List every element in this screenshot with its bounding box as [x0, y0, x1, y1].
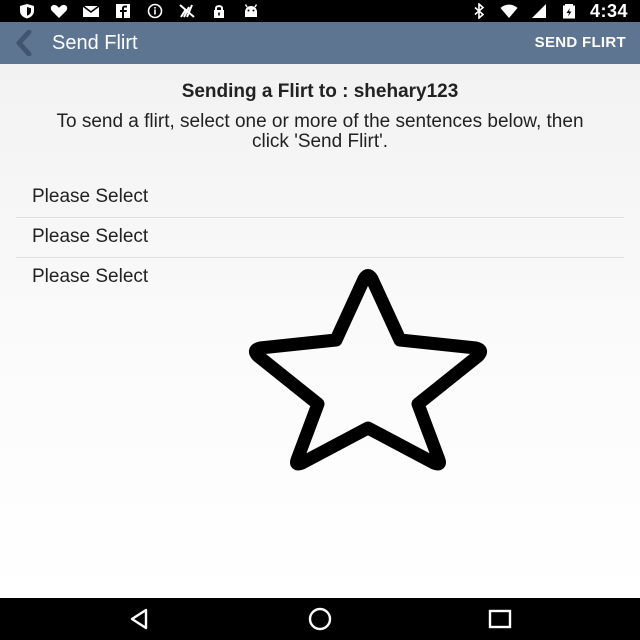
signal-icon	[530, 3, 548, 19]
send-flirt-button[interactable]: SEND FLIRT	[535, 34, 626, 52]
back-arrow-icon[interactable]	[12, 30, 36, 56]
wifi-icon	[500, 3, 518, 19]
no-signal-icon	[178, 3, 196, 19]
main-content: Sending a Flirt to : shehary123 To send …	[0, 64, 640, 598]
lock-icon	[210, 3, 228, 19]
battery-icon	[560, 3, 578, 19]
recents-nav-icon[interactable]	[484, 606, 516, 632]
instructions-text: To send a flirt, select one or more of t…	[56, 111, 584, 152]
navigation-bar	[0, 598, 640, 640]
sentence-select-2[interactable]: Please Select	[16, 218, 624, 258]
mail-icon	[82, 3, 100, 19]
action-bar: Send Flirt SEND FLIRT	[0, 22, 640, 64]
status-bar-notifications	[18, 3, 260, 19]
back-nav-icon[interactable]	[124, 606, 156, 632]
recipient-heading: Sending a Flirt to : shehary123	[181, 81, 459, 102]
sentence-select-1[interactable]: Please Select	[16, 178, 624, 218]
page-title: Send Flirt	[52, 32, 138, 54]
shield-icon	[18, 3, 36, 19]
status-bar-system: 4:34	[470, 2, 628, 20]
info-icon	[146, 3, 164, 19]
home-nav-icon[interactable]	[304, 606, 336, 632]
status-time: 4:34	[589, 1, 628, 21]
heart-icon	[50, 3, 68, 19]
facebook-icon	[114, 3, 132, 19]
android-icon	[242, 3, 260, 19]
status-bar: 4:34	[0, 0, 640, 22]
bluetooth-icon	[470, 3, 488, 19]
star-outline-icon[interactable]	[246, 268, 490, 474]
